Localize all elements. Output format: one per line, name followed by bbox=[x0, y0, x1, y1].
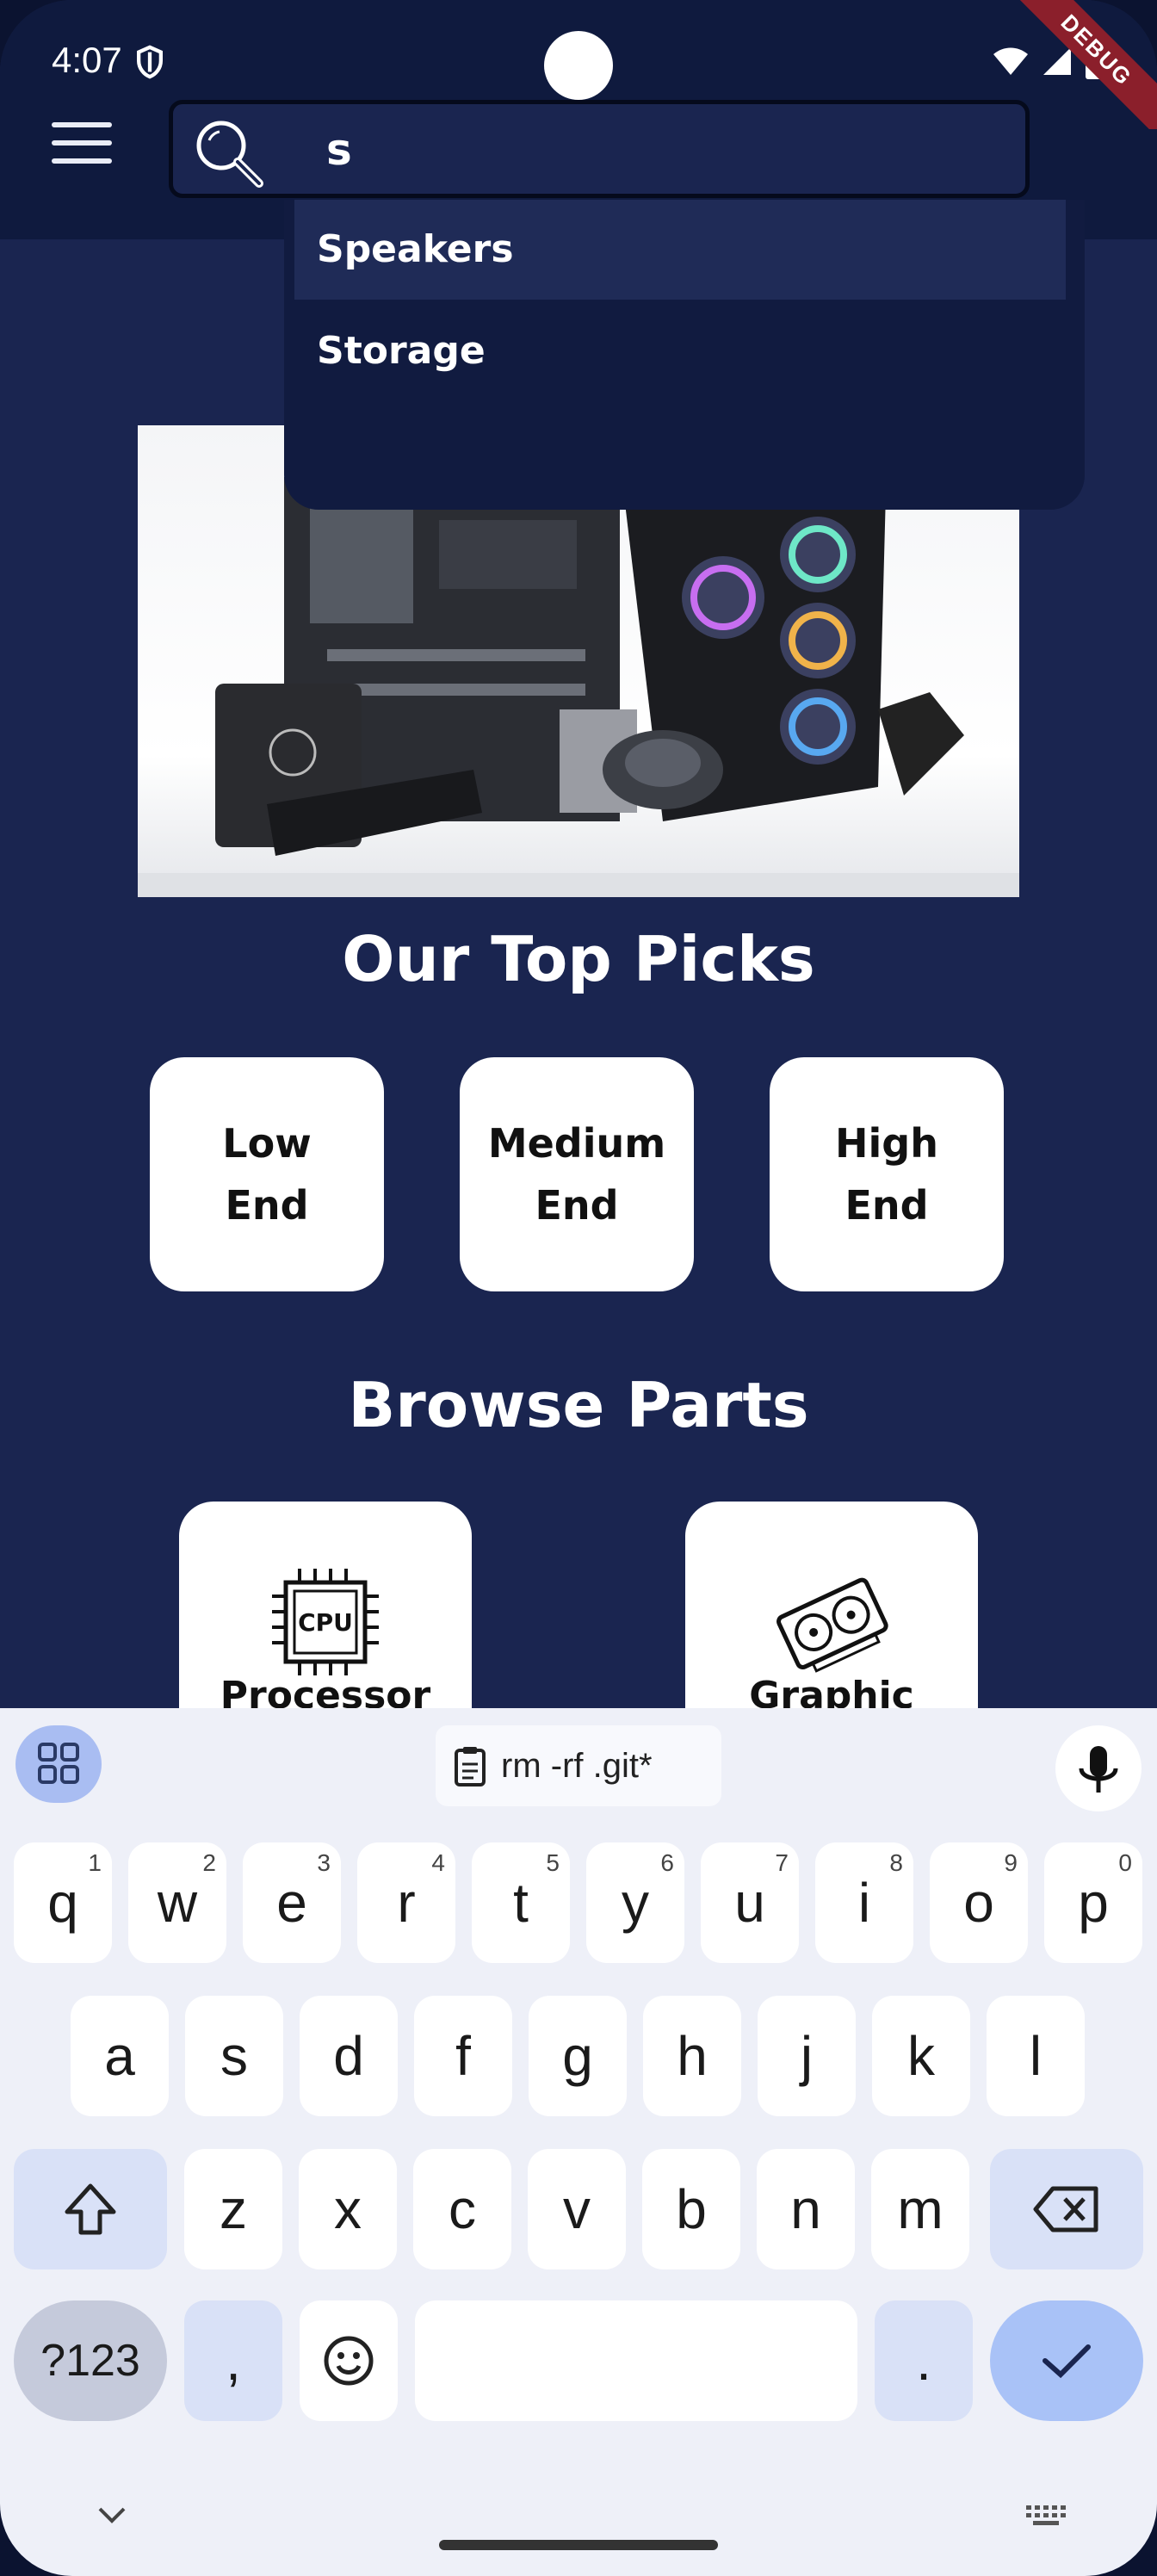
search-suggestions: Speakers Storage bbox=[284, 200, 1085, 510]
key-hint-number: 8 bbox=[889, 1849, 903, 1876]
key-t[interactable]: t5 bbox=[472, 1842, 570, 1963]
key-p[interactable]: p0 bbox=[1044, 1842, 1142, 1963]
comma-key[interactable]: , bbox=[184, 2300, 282, 2421]
wifi-icon bbox=[993, 47, 1028, 75]
pick-label: Low bbox=[222, 1120, 312, 1167]
key-letter: o bbox=[963, 1872, 994, 1934]
done-key[interactable] bbox=[990, 2300, 1143, 2421]
pick-label: Medium bbox=[487, 1120, 666, 1167]
period-key[interactable]: . bbox=[875, 2300, 973, 2421]
symbols-key[interactable]: ?123 bbox=[14, 2300, 167, 2421]
part-card-graphic[interactable]: Graphic bbox=[685, 1502, 978, 1725]
space-key[interactable] bbox=[415, 2300, 857, 2421]
key-s[interactable]: s bbox=[185, 1996, 283, 2116]
key-e[interactable]: e3 bbox=[243, 1842, 341, 1963]
key-hint-number: 0 bbox=[1118, 1849, 1132, 1876]
key-l[interactable]: l bbox=[987, 1996, 1085, 2116]
key-hint-number: 6 bbox=[660, 1849, 674, 1876]
search-icon bbox=[196, 121, 263, 188]
keyboard-switch-icon[interactable] bbox=[1024, 2504, 1067, 2526]
microphone-icon bbox=[1079, 1746, 1118, 1793]
key-z[interactable]: z bbox=[184, 2149, 282, 2269]
key-letter: u bbox=[734, 1872, 765, 1934]
key-m[interactable]: m bbox=[871, 2149, 969, 2269]
browse-parts-title: Browse Parts bbox=[348, 1369, 809, 1441]
clipboard-suggestion[interactable]: rm -rf .git* bbox=[436, 1725, 721, 1806]
emoji-icon bbox=[324, 2336, 374, 2386]
search-input[interactable] bbox=[325, 123, 999, 176]
shift-icon bbox=[65, 2183, 116, 2235]
menu-icon[interactable] bbox=[52, 122, 112, 165]
shield-icon bbox=[137, 45, 163, 79]
pick-label: High bbox=[835, 1120, 938, 1167]
key-hint-number: 3 bbox=[317, 1849, 331, 1876]
key-letter: q bbox=[47, 1872, 78, 1934]
key-i[interactable]: i8 bbox=[815, 1842, 913, 1963]
key-hint-number: 2 bbox=[202, 1849, 216, 1876]
key-b[interactable]: b bbox=[642, 2149, 740, 2269]
key-letter: t bbox=[513, 1872, 529, 1934]
key-letter: r bbox=[397, 1872, 416, 1934]
pick-label: End bbox=[535, 1182, 619, 1229]
key-j[interactable]: j bbox=[758, 1996, 856, 2116]
part-card-processor[interactable]: CPU Processor bbox=[179, 1502, 472, 1725]
status-time: 4:07 bbox=[52, 40, 122, 80]
key-f[interactable]: f bbox=[414, 1996, 512, 2116]
key-v[interactable]: v bbox=[528, 2149, 626, 2269]
cpu-icon: CPU bbox=[272, 1569, 379, 1675]
voice-input-button[interactable] bbox=[1055, 1725, 1142, 1811]
key-letter: w bbox=[157, 1872, 198, 1934]
key-a[interactable]: a bbox=[71, 1996, 169, 2116]
key-n[interactable]: n bbox=[757, 2149, 855, 2269]
key-q[interactable]: q1 bbox=[14, 1842, 112, 1963]
pick-high-end[interactable]: High End bbox=[770, 1057, 1004, 1291]
key-k[interactable]: k bbox=[872, 1996, 970, 2116]
shift-key[interactable] bbox=[14, 2149, 167, 2269]
key-g[interactable]: g bbox=[529, 1996, 627, 2116]
clipboard-icon bbox=[455, 1747, 486, 1786]
pick-medium-end[interactable]: Medium End bbox=[460, 1057, 694, 1291]
key-h[interactable]: h bbox=[643, 1996, 741, 2116]
app-screen: 4:07 DEBUG s Speakers Storage Our Top Pi… bbox=[0, 0, 1157, 2576]
suggestion-item[interactable]: Storage bbox=[294, 301, 1066, 401]
key-hint-number: 1 bbox=[88, 1849, 102, 1876]
key-c[interactable]: c bbox=[413, 2149, 511, 2269]
signal-icon bbox=[1043, 47, 1071, 75]
key-hint-number: 5 bbox=[546, 1849, 560, 1876]
key-letter: e bbox=[276, 1872, 307, 1934]
suggestion-item[interactable]: Speakers bbox=[294, 200, 1066, 300]
backspace-icon bbox=[1033, 2186, 1098, 2232]
soft-keyboard: rm -rf .git* q1w2e3r4t5y6u7i8o9p0 asdfgh… bbox=[0, 1708, 1157, 2576]
cpu-icon-text: CPU bbox=[298, 1608, 353, 1637]
checkmark-icon bbox=[1043, 2344, 1091, 2379]
grid-icon bbox=[38, 1743, 79, 1784]
pick-label: End bbox=[225, 1182, 309, 1229]
key-o[interactable]: o9 bbox=[930, 1842, 1028, 1963]
key-letter: i bbox=[857, 1872, 871, 1934]
gpu-icon bbox=[776, 1577, 888, 1673]
top-picks-title: Our Top Picks bbox=[342, 923, 815, 995]
camera-cutout bbox=[544, 31, 613, 100]
key-x[interactable]: x bbox=[299, 2149, 397, 2269]
pick-low-end[interactable]: Low End bbox=[150, 1057, 384, 1291]
gesture-handle[interactable] bbox=[439, 2540, 718, 2550]
chevron-down-icon[interactable] bbox=[96, 2504, 127, 2526]
keyboard-toolbar: rm -rf .git* bbox=[0, 1708, 1157, 1811]
key-hint-number: 9 bbox=[1004, 1849, 1018, 1876]
key-d[interactable]: d bbox=[300, 1996, 398, 2116]
key-u[interactable]: u7 bbox=[701, 1842, 799, 1963]
key-r[interactable]: r4 bbox=[357, 1842, 455, 1963]
key-hint-number: 7 bbox=[775, 1849, 789, 1876]
backspace-key[interactable] bbox=[990, 2149, 1143, 2269]
clipboard-text: rm -rf .git* bbox=[501, 1746, 653, 1785]
emoji-key[interactable] bbox=[300, 2300, 398, 2421]
apps-grid-button[interactable] bbox=[15, 1725, 102, 1803]
search-bar[interactable] bbox=[169, 100, 1030, 198]
key-w[interactable]: w2 bbox=[128, 1842, 226, 1963]
key-y[interactable]: y6 bbox=[586, 1842, 684, 1963]
key-letter: p bbox=[1078, 1872, 1109, 1934]
key-hint-number: 4 bbox=[431, 1849, 445, 1876]
key-letter: y bbox=[622, 1872, 649, 1934]
pick-label: End bbox=[845, 1182, 929, 1229]
